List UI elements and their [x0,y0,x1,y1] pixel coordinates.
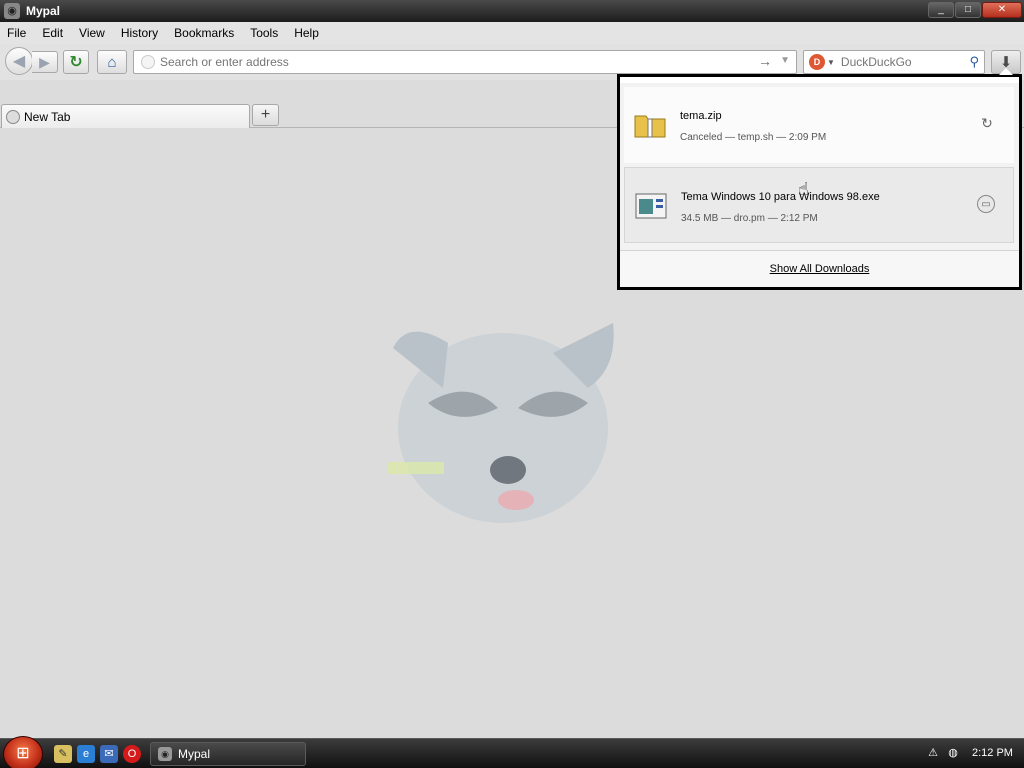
search-input[interactable] [840,55,961,69]
menu-edit[interactable]: Edit [34,26,71,40]
history-dropdown-icon[interactable]: ▼ [780,55,790,66]
volume-icon[interactable]: ◍ [945,745,961,761]
opera-icon[interactable]: O [123,745,141,763]
outlook-icon[interactable]: ✉ [100,745,118,763]
raccoon-logo-icon [388,323,614,523]
internet-explorer-icon[interactable]: e [77,745,95,763]
arrow-left-icon: ◀ [12,53,26,70]
menu-history[interactable]: History [113,26,166,40]
tab-new-tab[interactable]: New Tab [1,104,250,128]
show-all-downloads-button[interactable]: Show All Downloads [620,250,1019,287]
search-bar[interactable]: D ▼ ⚲ [803,50,985,74]
site-identity-icon [141,55,155,69]
url-input[interactable] [160,55,740,69]
go-arrow-icon[interactable]: → [758,53,772,69]
download-status: 34.5 MB — dro.pm — 2:12 PM [681,213,818,224]
new-tab-button[interactable]: + [252,104,279,126]
minimize-button[interactable]: _ [928,2,954,18]
chevron-down-icon[interactable]: ▼ [827,58,835,67]
exe-file-icon [635,193,667,219]
tab-label: New Tab [24,109,71,124]
window-title: Mypal [26,4,61,18]
windows-start-icon[interactable]: ⊞ [3,736,43,768]
download-status: Canceled — temp.sh — 2:09 PM [680,132,827,143]
download-item[interactable]: Tema Windows 10 para Windows 98.exe 34.5… [624,167,1014,243]
menu-tools[interactable]: Tools [242,26,286,40]
download-item[interactable]: tema.zip Canceled — temp.sh — 2:09 PM ↻ [624,87,1014,163]
download-file-name: Tema Windows 10 para Windows 98.exe [681,191,880,203]
window-controls: _ □ ✕ [928,2,1022,18]
reload-button[interactable]: ↻ [63,50,89,74]
search-icon[interactable]: ⚲ [969,54,979,70]
duckduckgo-icon[interactable]: D [809,54,825,70]
globe-icon [6,109,20,124]
menu-file[interactable]: File [0,26,34,40]
notepad-icon[interactable]: ✎ [54,745,72,763]
downloads-list: tema.zip Canceled — temp.sh — 2:09 PM ↻ … [620,77,1019,287]
taskbar-item-mypal[interactable]: ◉ Mypal [150,742,306,766]
mypal-app-icon: ◉ [4,3,20,19]
open-folder-icon[interactable]: ▭ [977,195,995,213]
taskbar-item-label: Mypal [178,747,211,761]
home-button[interactable]: ⌂ [97,50,127,74]
reload-icon: ↻ [69,54,83,71]
menu-help[interactable]: Help [286,26,327,40]
close-button[interactable]: ✕ [982,2,1022,18]
arrow-right-icon: ▶ [39,53,50,70]
title-bar: ◉ Mypal _ □ ✕ [0,0,1024,22]
home-icon: ⌂ [107,53,117,71]
panel-arrow [999,68,1013,75]
retry-icon[interactable]: ↻ [978,114,996,132]
downloads-panel: tema.zip Canceled — temp.sh — 2:09 PM ↻ … [617,68,1022,290]
address-bar[interactable]: → ▼ [133,50,797,74]
forward-button[interactable]: ▶ [32,51,58,73]
hand-cursor-icon: ☝ [798,179,809,199]
download-file-name: tema.zip [680,110,722,122]
mypal-app-icon: ◉ [158,747,172,761]
menu-bookmarks[interactable]: Bookmarks [166,26,242,40]
maximize-button[interactable]: □ [955,2,981,18]
menu-view[interactable]: View [71,26,113,40]
taskbar: ⊞ ✎ e ✉ O ◉ Mypal ⚠ ◍ 2:12 PM [0,736,1024,768]
menu-bar: File Edit View History Bookmarks Tools H… [0,22,1024,44]
zip-file-icon [634,115,666,138]
network-icon[interactable]: ⚠ [925,745,941,761]
clock[interactable]: 2:12 PM [972,747,1013,759]
back-button[interactable]: ◀ [5,47,33,75]
system-tray: ⚠ ◍ [925,745,961,761]
